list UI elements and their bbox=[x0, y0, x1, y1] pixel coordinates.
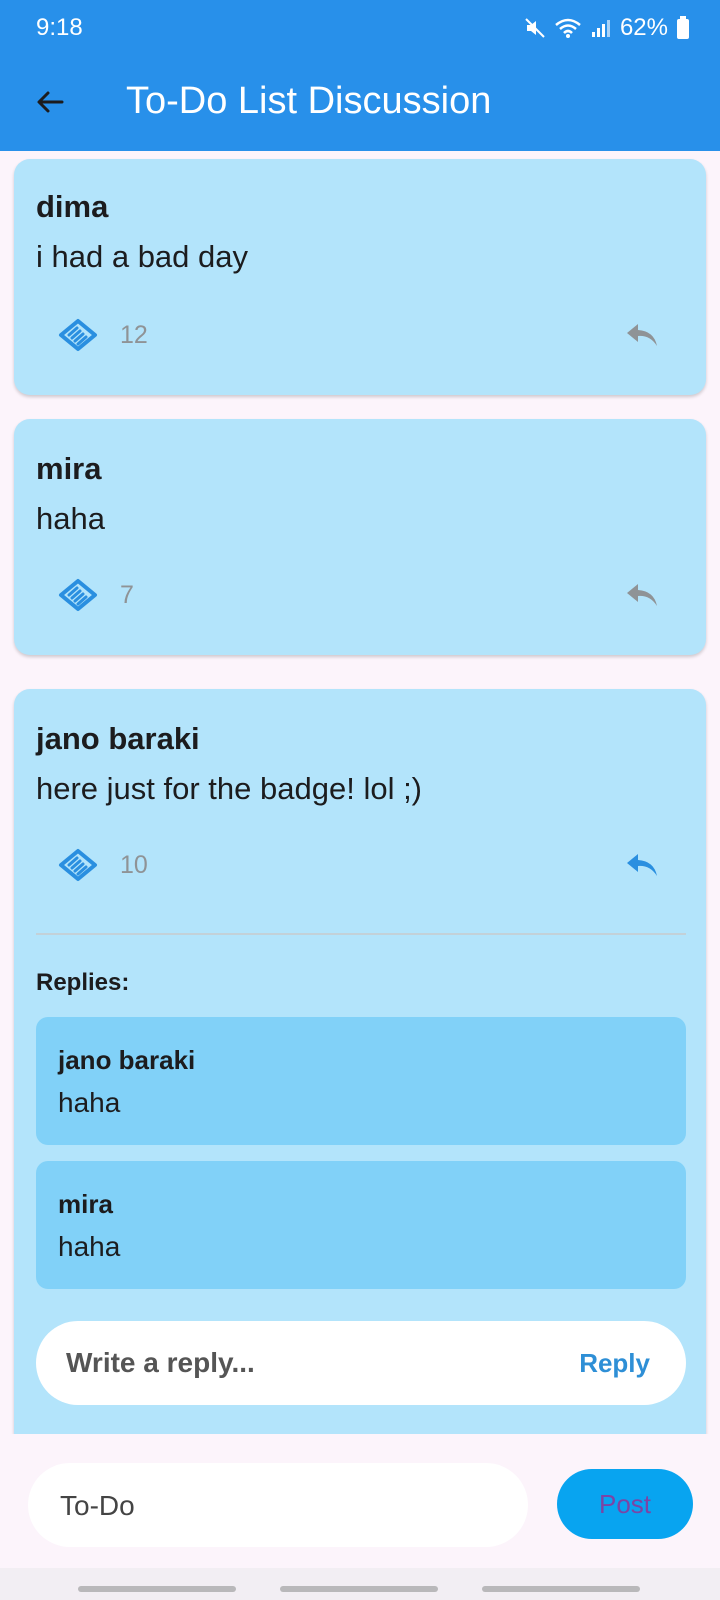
post-card: mira haha 7 bbox=[14, 419, 706, 655]
reply-submit-button[interactable]: Reply bbox=[579, 1348, 650, 1379]
battery-percent: 62% bbox=[619, 14, 668, 41]
reply-button[interactable] bbox=[618, 311, 666, 359]
arrow-left-icon bbox=[37, 91, 64, 113]
back-button[interactable] bbox=[30, 82, 70, 122]
reply-button-active[interactable] bbox=[618, 841, 666, 889]
app-bar: 9:18 62% To-Do List Discussion bbox=[0, 0, 720, 151]
post-message: here just for the badge! lol ;) bbox=[36, 771, 423, 806]
post-input-container bbox=[28, 1463, 528, 1547]
battery-icon bbox=[677, 16, 689, 39]
like-count: 7 bbox=[120, 581, 134, 609]
like-count: 10 bbox=[120, 851, 148, 879]
mute-icon bbox=[525, 18, 545, 38]
like-button[interactable] bbox=[54, 311, 102, 359]
reply-text: haha bbox=[58, 1231, 121, 1262]
post-button[interactable]: Post bbox=[557, 1469, 693, 1539]
post-card-expanded: jano baraki here just for the badge! lol… bbox=[14, 689, 706, 1434]
replies-label: Replies: bbox=[36, 969, 130, 996]
handshake-icon bbox=[59, 579, 97, 611]
home-button[interactable] bbox=[280, 1586, 438, 1592]
post-author: mira bbox=[36, 451, 102, 486]
status-time: 9:18 bbox=[36, 14, 83, 41]
post-card: dima i had a bad day 12 bbox=[14, 159, 706, 395]
recent-apps-button[interactable] bbox=[78, 1586, 236, 1592]
signal-icon bbox=[591, 20, 610, 37]
reply-arrow-icon bbox=[627, 854, 657, 876]
like-button[interactable] bbox=[54, 841, 102, 889]
reply-composer: Reply bbox=[36, 1321, 686, 1405]
divider bbox=[36, 933, 686, 935]
wifi-icon bbox=[555, 18, 581, 38]
like-count: 12 bbox=[120, 321, 148, 349]
discussion-list[interactable]: dima i had a bad day 12 mira haha 7 jano… bbox=[0, 151, 720, 1434]
post-author: dima bbox=[36, 189, 109, 224]
like-button[interactable] bbox=[54, 571, 102, 619]
post-input[interactable] bbox=[58, 1489, 502, 1523]
reply-button[interactable] bbox=[618, 571, 666, 619]
post-message: i had a bad day bbox=[36, 239, 249, 274]
handshake-icon bbox=[59, 319, 97, 351]
reply-text: haha bbox=[58, 1087, 121, 1118]
reply-item: jano baraki haha bbox=[36, 1017, 686, 1145]
post-message: haha bbox=[36, 501, 105, 536]
reply-author: jano baraki bbox=[58, 1045, 196, 1075]
reply-author: mira bbox=[58, 1189, 113, 1219]
reply-arrow-icon bbox=[627, 324, 657, 346]
handshake-icon bbox=[59, 849, 97, 881]
post-author: jano baraki bbox=[36, 721, 200, 756]
system-nav-bar bbox=[0, 1568, 720, 1600]
back-nav-button[interactable] bbox=[482, 1586, 640, 1592]
status-icons: 62% bbox=[524, 14, 690, 42]
page-title: To-Do List Discussion bbox=[126, 80, 492, 122]
reply-arrow-icon bbox=[627, 584, 657, 606]
reply-input[interactable] bbox=[64, 1346, 548, 1380]
reply-item: mira haha bbox=[36, 1161, 686, 1289]
